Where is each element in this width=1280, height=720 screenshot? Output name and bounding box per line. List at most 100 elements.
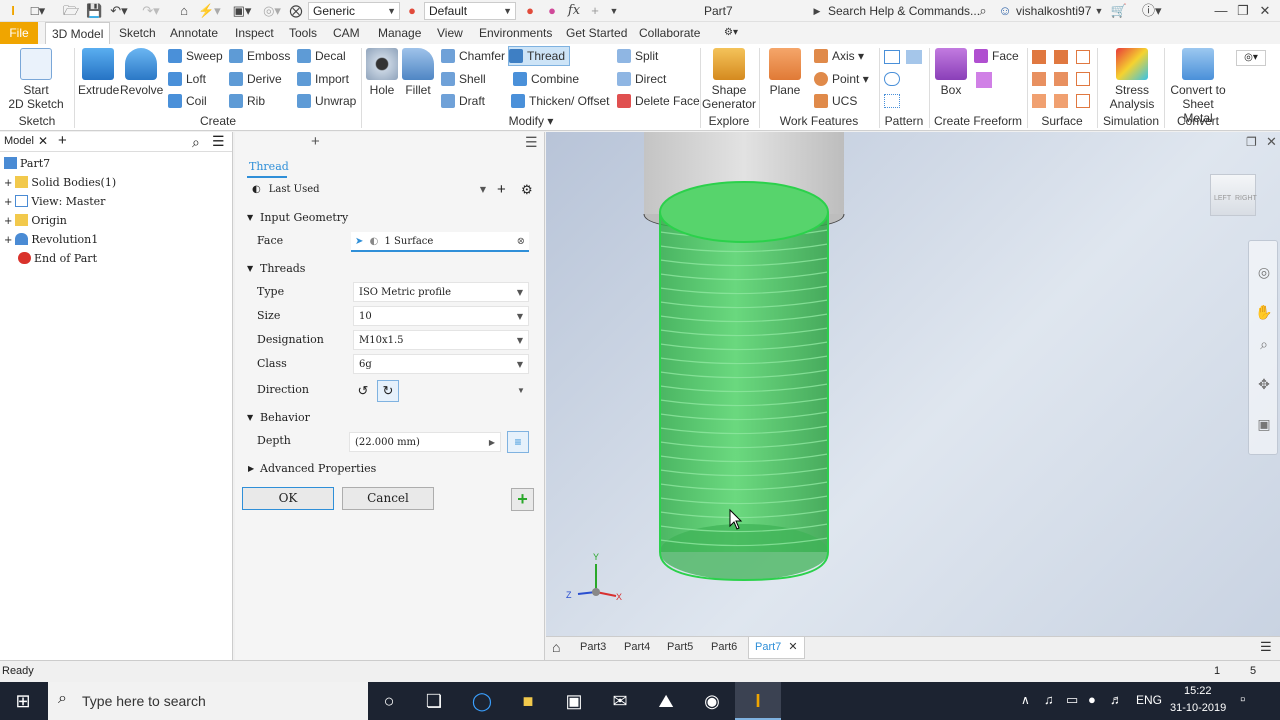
start-2d-sketch-button[interactable]: Start 2D Sketch xyxy=(8,48,64,111)
sketch-pattern-icon[interactable] xyxy=(884,94,900,108)
expand-arrow-icon[interactable]: ▶ xyxy=(812,3,822,19)
cortana-icon[interactable]: ○ xyxy=(366,682,412,720)
type-dropdown[interactable]: ISO Metric profile ▼ xyxy=(353,282,529,302)
ribbon-options-dropdown[interactable]: ◎▾ xyxy=(1236,50,1266,66)
designation-dropdown[interactable]: M10x1.5 ▼ xyxy=(353,330,529,350)
surface-tool-1-icon[interactable] xyxy=(1032,50,1046,64)
thread-button[interactable]: Thread xyxy=(508,46,571,66)
emboss-button[interactable]: Emboss xyxy=(229,46,290,66)
home-icon[interactable]: ⌂ xyxy=(176,3,192,19)
surface-tool-3-icon[interactable] xyxy=(1076,50,1090,64)
axis-button[interactable]: Axis ▾ xyxy=(814,46,864,66)
expand-icon[interactable]: + xyxy=(4,235,12,246)
orbit-icon[interactable]: ✥ xyxy=(1253,373,1275,395)
surface-tool-9-icon[interactable] xyxy=(1076,94,1090,108)
clear-selection-icon[interactable]: ⊗ xyxy=(517,232,525,251)
viewcube-right-label[interactable]: RIGHT xyxy=(1235,195,1257,202)
user-dropdown-icon[interactable]: ▼ xyxy=(1094,3,1104,19)
tab-list-menu-icon[interactable]: ☰ xyxy=(1260,637,1272,659)
tab-inspect[interactable]: Inspect xyxy=(229,22,280,44)
zoom-icon[interactable]: ⌕ xyxy=(1253,333,1275,355)
cart-icon[interactable]: 🛒 xyxy=(1110,3,1128,19)
sweep-button[interactable]: Sweep xyxy=(168,46,223,66)
select-icon[interactable]: ▣▾ xyxy=(232,3,252,19)
tab-3d-model[interactable]: 3D Model xyxy=(45,22,111,44)
redo-icon[interactable]: ↷▾ xyxy=(140,3,162,19)
inventor-logo-icon[interactable]: I xyxy=(6,3,20,19)
coil-button[interactable]: Coil xyxy=(168,91,207,111)
clock-date[interactable]: 31-10-2019 xyxy=(1170,702,1226,714)
extrude-button[interactable]: Extrude xyxy=(78,48,119,97)
tab-get-started[interactable]: Get Started xyxy=(560,22,633,44)
freeform-tool-icon[interactable] xyxy=(976,72,992,88)
mail-icon[interactable]: ✉ xyxy=(597,682,643,720)
expand-icon[interactable]: + xyxy=(4,197,12,208)
tree-item-revolution1[interactable]: + Revolution1 xyxy=(4,231,98,249)
preset-settings-icon[interactable]: ⚙ xyxy=(521,182,533,198)
fillet-button[interactable]: Fillet xyxy=(401,48,435,97)
language-indicator[interactable]: ENG xyxy=(1136,693,1162,707)
browser-menu-icon[interactable]: ☰ xyxy=(212,133,225,150)
tree-item-origin[interactable]: + Origin xyxy=(4,212,67,230)
viewcube-left-label[interactable]: LEFT xyxy=(1214,195,1231,202)
viewport-restore-icon[interactable]: ❐ xyxy=(1246,135,1257,149)
viewcube[interactable]: LEFT RIGHT xyxy=(1210,174,1257,216)
search-icon[interactable]: ⌕ xyxy=(976,3,990,19)
stress-analysis-button[interactable]: Stress Analysis xyxy=(1103,48,1161,111)
face-selector[interactable]: ➤ ◐ 1 Surface ⊗ xyxy=(351,232,529,252)
add-icon[interactable]: + xyxy=(588,3,602,19)
surface-tool-6-icon[interactable] xyxy=(1076,72,1090,86)
preset-dropdown[interactable]: ◐ Last Used ▼ xyxy=(247,180,491,200)
task-view-icon[interactable]: ❏ xyxy=(411,682,457,720)
add-preset-icon[interactable]: + xyxy=(497,181,506,198)
tray-chevron-icon[interactable]: ∧ xyxy=(1021,693,1030,707)
loft-button[interactable]: Loft xyxy=(168,69,206,89)
thread-model-view[interactable]: Y X Z xyxy=(546,132,1280,636)
clear-override-icon[interactable]: ⨂ xyxy=(288,3,304,19)
file-explorer-icon[interactable]: ■ xyxy=(505,682,551,720)
close-tab-icon[interactable]: ✕ xyxy=(788,641,797,653)
restore-icon[interactable]: ❐ xyxy=(1236,3,1250,19)
tab-collaborate[interactable]: Collaborate xyxy=(633,22,706,44)
doc-tab-part4[interactable]: Part4 xyxy=(624,637,650,659)
look-at-icon[interactable]: ▣ xyxy=(1253,413,1275,435)
undo-icon[interactable]: ↶▾ xyxy=(108,3,130,19)
graphics-viewport[interactable]: Y X Z ❐ ✕ LEFT RIGHT ◎ ✋ ⌕ ✥ ▣ xyxy=(546,132,1280,636)
browser-search-icon[interactable]: ⌕ xyxy=(192,134,200,151)
left-hand-icon[interactable]: ↺ xyxy=(353,381,373,401)
tree-item-view-master[interactable]: + View: Master xyxy=(4,193,105,211)
edge-browser-icon[interactable]: ◯ xyxy=(459,682,505,720)
color-sphere-icon[interactable]: ● xyxy=(404,3,420,19)
pan-icon[interactable]: ✋ xyxy=(1253,301,1275,323)
doc-tab-part6[interactable]: Part6 xyxy=(711,637,737,659)
viewport-close-icon[interactable]: ✕ xyxy=(1266,134,1277,150)
close-icon[interactable]: ✕ xyxy=(1258,3,1272,19)
direction-dropdown-caret[interactable]: ▼ xyxy=(517,386,525,395)
split-button[interactable]: Split xyxy=(617,46,658,66)
tab-file[interactable]: File xyxy=(0,22,38,44)
cancel-button[interactable]: Cancel xyxy=(342,487,434,510)
windows-start-icon[interactable]: ⊞ xyxy=(0,682,46,720)
tab-environments[interactable]: Environments xyxy=(473,22,558,44)
chamfer-button[interactable]: Chamfer xyxy=(441,46,505,66)
tree-item-part7[interactable]: Part7 xyxy=(4,155,50,173)
doc-tab-part5[interactable]: Part5 xyxy=(667,637,693,659)
tab-manage[interactable]: Manage xyxy=(372,22,427,44)
save-icon[interactable]: 💾 xyxy=(86,3,102,19)
clock-time[interactable]: 15:22 xyxy=(1184,685,1212,697)
delete-face-button[interactable]: Delete Face xyxy=(617,91,700,111)
taskbar-search-box[interactable]: ⌕ Type here to search xyxy=(48,682,368,720)
section-behavior[interactable]: ▼ Behavior xyxy=(235,406,545,430)
material-dropdown[interactable]: Default ▼ xyxy=(424,2,516,20)
panel-add-icon[interactable]: + xyxy=(311,133,320,150)
section-input-geometry[interactable]: ▼ Input Geometry xyxy=(235,206,545,230)
add-tab-icon[interactable]: + xyxy=(58,132,67,149)
import-button[interactable]: Import xyxy=(297,69,349,89)
tab-annotate[interactable]: Annotate xyxy=(164,22,224,44)
shape-generator-button[interactable]: Shape Generator xyxy=(702,48,756,111)
open-folder-icon[interactable]: 🗁 xyxy=(62,3,80,19)
thicken-offset-button[interactable]: Thicken/ Offset xyxy=(511,91,609,111)
ucs-button[interactable]: UCS xyxy=(814,91,857,111)
expand-icon[interactable]: + xyxy=(4,178,12,189)
size-dropdown[interactable]: 10 ▼ xyxy=(353,306,529,326)
